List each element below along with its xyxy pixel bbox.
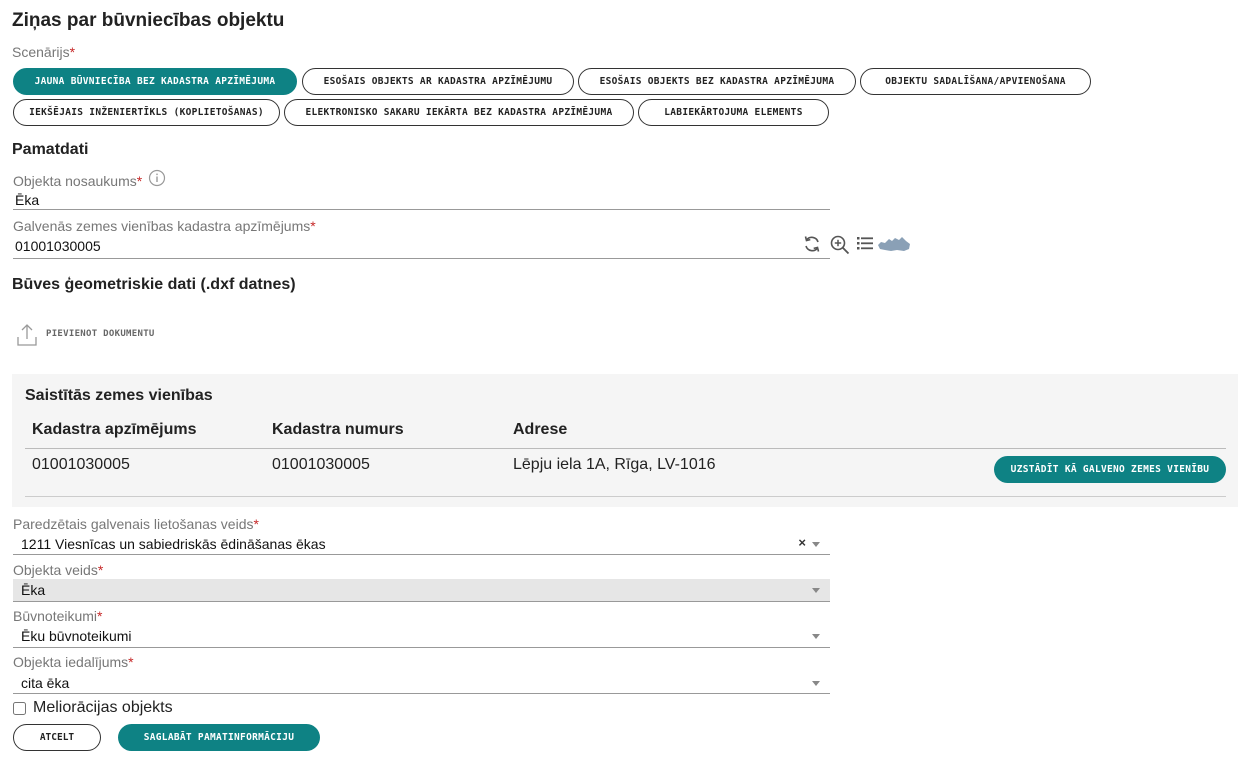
object-type-select[interactable]: Ēka	[13, 579, 830, 601]
required-mark: *	[69, 44, 76, 60]
object-division-select-value: cita ēka	[21, 675, 70, 691]
object-division-label: Objekta iedalījums*	[13, 654, 134, 670]
scenario-option-existing-without-cadastre[interactable]: ESOŠAIS OBJEKTS BEZ KADASTRA APZĪMĒJUMA	[578, 68, 856, 95]
column-header-cadastre-number: Kadastra numurs	[272, 421, 404, 438]
chevron-down-icon	[812, 588, 820, 593]
usage-label: Paredzētais galvenais lietošanas veids*	[13, 516, 259, 532]
column-header-cadastre-designation: Kadastra apzīmējums	[32, 421, 197, 438]
table-cell-cadastre-designation: 01001030005	[32, 456, 130, 473]
scenario-label: Scenārijs*	[12, 44, 75, 60]
scenario-option-split-merge[interactable]: OBJEKTU SADALĪŠANA/APVIENOŠANA	[860, 68, 1091, 95]
scenario-option-internal-network[interactable]: IEKŠĒJAIS INŽENIERTĪKLS (KOPLIETOŠANAS)	[13, 99, 280, 126]
table-row-divider	[25, 496, 1226, 497]
scenario-option-landscaping-element[interactable]: LABIEKĀRTOJUMA ELEMENTS	[638, 99, 829, 126]
object-name-label: Objekta nosaukums*	[13, 173, 142, 189]
melioration-checkbox[interactable]	[13, 701, 26, 715]
list-icon[interactable]	[856, 235, 874, 251]
building-rules-label: Būvnoteikumi*	[13, 608, 103, 624]
object-type-select-value: Ēka	[21, 582, 46, 598]
cadastre-label: Galvenās zemes vienības kadastra apzīmēj…	[13, 218, 316, 234]
chevron-down-icon	[812, 634, 820, 639]
table-header-divider	[25, 448, 1226, 449]
object-name-label-text: Objekta nosaukums	[13, 173, 137, 189]
melioration-checkbox-row: Meliorācijas objekts	[13, 699, 173, 717]
save-basic-info-button[interactable]: SAGLABĀT PAMATINFORMĀCIJU	[118, 724, 320, 751]
refresh-icon[interactable]	[802, 234, 822, 254]
object-division-underline	[13, 693, 830, 694]
object-type-label-text: Objekta veids	[13, 562, 98, 578]
scenario-option-new-construction[interactable]: JAUNA BŪVNIECĪBA BEZ KADASTRA APZĪMĒJUMA	[13, 68, 297, 95]
table-cell-address: Lēpju iela 1A, Rīga, LV-1016	[513, 456, 716, 473]
latvia-map-icon[interactable]	[877, 235, 911, 253]
usage-select-value: 1211 Viesnīcas un sabiedriskās ēdināšana…	[21, 536, 326, 552]
basic-data-heading: Pamatdati	[12, 141, 89, 158]
chevron-down-icon	[812, 542, 820, 547]
object-type-underline	[13, 601, 830, 602]
required-mark: *	[128, 654, 134, 670]
required-mark: *	[253, 516, 259, 532]
column-header-address: Adrese	[513, 421, 568, 438]
building-rules-label-text: Būvnoteikumi	[13, 608, 98, 624]
usage-select[interactable]: 1211 Viesnīcas un sabiedriskās ēdināšana…	[13, 533, 830, 555]
zoom-in-icon[interactable]	[829, 234, 851, 256]
required-mark: *	[97, 608, 103, 624]
info-icon[interactable]	[148, 169, 166, 187]
scenario-label-text: Scenārijs	[12, 44, 70, 60]
object-division-select[interactable]: cita ēka	[13, 672, 830, 694]
clear-icon[interactable]: ×	[798, 535, 806, 550]
add-document-button[interactable]: PIEVIENOT DOKUMENTU	[46, 329, 155, 339]
set-main-land-unit-button[interactable]: UZSTĀDĪT KĀ GALVENO ZEMES VIENĪBU	[994, 456, 1226, 483]
cadastre-underline	[13, 258, 830, 259]
required-mark: *	[310, 218, 316, 234]
building-rules-underline	[13, 647, 830, 648]
required-mark: *	[136, 173, 143, 189]
scenario-option-electronic-communication[interactable]: ELEKTRONISKO SAKARU IEKĀRTA BEZ KADASTRA…	[284, 99, 634, 126]
page-title: Ziņas par būvniecības objektu	[12, 10, 285, 31]
upload-icon[interactable]	[16, 323, 38, 347]
linked-land-heading: Saistītās zemes vienības	[25, 387, 213, 404]
building-rules-select[interactable]: Ēku būvnoteikumi	[13, 625, 830, 647]
object-name-underline	[13, 209, 830, 210]
cadastre-label-text: Galvenās zemes vienības kadastra apzīmēj…	[13, 218, 311, 234]
object-type-label: Objekta veids*	[13, 562, 103, 578]
scenario-option-existing-with-cadastre[interactable]: ESOŠAIS OBJEKTS AR KADASTRA APZĪMĒJUMU	[302, 68, 574, 95]
required-mark: *	[97, 562, 104, 578]
table-cell-cadastre-number: 01001030005	[272, 456, 370, 473]
geometry-heading: Būves ģeometriskie dati (.dxf datnes)	[12, 276, 296, 293]
cancel-button[interactable]: ATCELT	[13, 724, 101, 751]
usage-underline	[13, 554, 830, 555]
object-division-label-text: Objekta iedalījums	[13, 654, 129, 670]
melioration-label: Meliorācijas objekts	[33, 699, 173, 716]
object-name-input[interactable]: Ēka	[15, 192, 39, 208]
cadastre-input[interactable]: 01001030005	[15, 238, 101, 254]
chevron-down-icon	[812, 681, 820, 686]
building-rules-select-value: Ēku būvnoteikumi	[21, 628, 132, 644]
usage-label-text: Paredzētais galvenais lietošanas veids	[13, 516, 254, 532]
